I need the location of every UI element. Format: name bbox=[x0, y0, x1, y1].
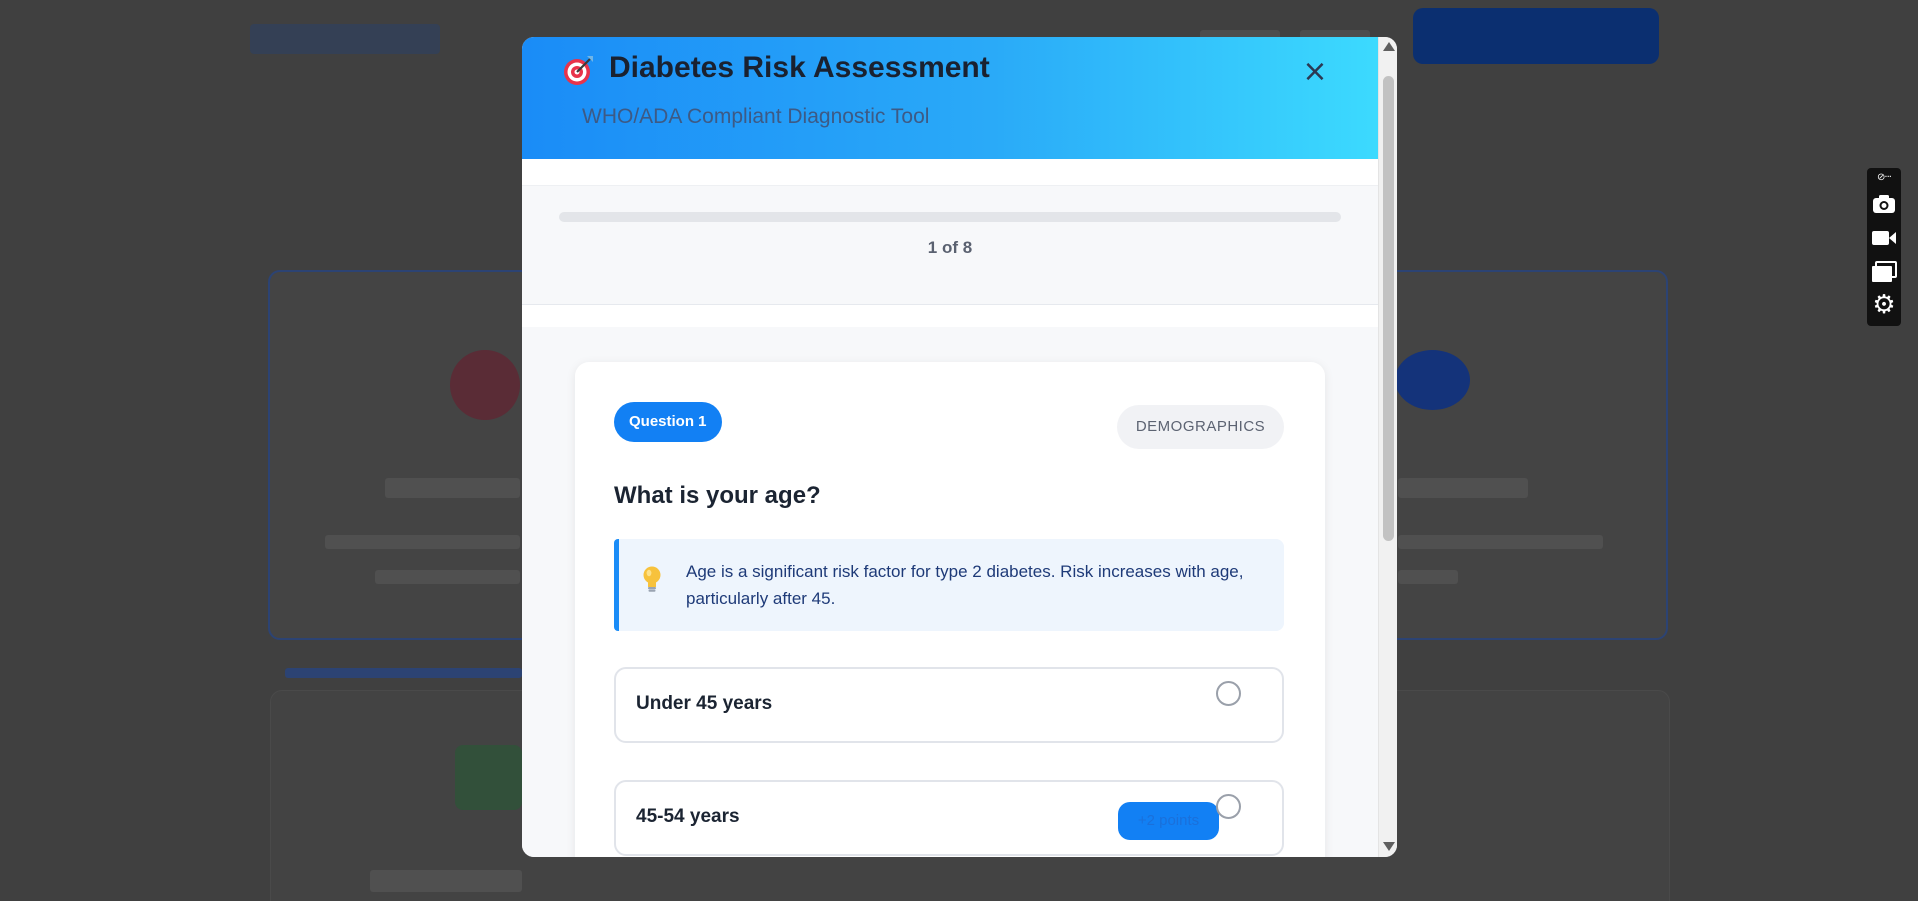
background-text bbox=[1398, 535, 1603, 549]
progress-section: 1 of 8 bbox=[522, 185, 1378, 305]
question-number-badge: Question 1 bbox=[614, 402, 722, 442]
background-heading bbox=[1398, 478, 1528, 498]
background-heading bbox=[370, 870, 522, 892]
info-box: Age is a significant risk factor for typ… bbox=[614, 539, 1284, 631]
question-card: Question 1 DEMOGRAPHICS What is your age… bbox=[575, 362, 1325, 857]
background-logo bbox=[250, 24, 440, 54]
target-icon bbox=[562, 53, 596, 87]
modal-header: Diabetes Risk Assessment WHO/ADA Complia… bbox=[522, 37, 1378, 159]
answer-option[interactable]: 45-54 years +2 points bbox=[614, 780, 1284, 856]
points-badge: +2 points bbox=[1118, 802, 1219, 840]
gear-icon[interactable]: ⚙ bbox=[1867, 290, 1901, 320]
background-bar bbox=[285, 668, 522, 678]
answer-option[interactable]: Under 45 years bbox=[614, 667, 1284, 743]
background-icon bbox=[1395, 350, 1470, 410]
scroll-down-arrow-icon[interactable] bbox=[1383, 842, 1395, 851]
option-label: Under 45 years bbox=[636, 693, 773, 714]
background-text bbox=[325, 535, 520, 549]
scrollbar-thumb[interactable] bbox=[1383, 76, 1394, 541]
progress-bar bbox=[559, 212, 1341, 222]
question-area: Question 1 DEMOGRAPHICS What is your age… bbox=[522, 327, 1378, 857]
modal-subtitle: WHO/ADA Compliant Diagnostic Tool bbox=[582, 105, 930, 128]
lightbulb-icon bbox=[641, 565, 663, 595]
video-icon[interactable] bbox=[1867, 224, 1901, 252]
option-label: 45-54 years bbox=[636, 806, 740, 827]
background-text bbox=[375, 570, 520, 584]
scroll-up-arrow-icon[interactable] bbox=[1383, 42, 1395, 51]
info-text: Age is a significant risk factor for typ… bbox=[686, 562, 1244, 608]
modal-scrollbar[interactable] bbox=[1378, 37, 1397, 857]
window-icon[interactable] bbox=[1867, 258, 1901, 286]
camera-icon[interactable] bbox=[1867, 190, 1901, 218]
option-radio[interactable] bbox=[1216, 794, 1241, 819]
floating-toolbar: ⊘··· ⚙ bbox=[1867, 168, 1901, 326]
category-badge: DEMOGRAPHICS bbox=[1117, 405, 1284, 449]
background-icon bbox=[455, 745, 522, 810]
progress-text: 1 of 8 bbox=[927, 238, 973, 257]
modal-title: Diabetes Risk Assessment bbox=[609, 51, 990, 84]
background-text bbox=[1398, 570, 1458, 584]
background-nav-button bbox=[1413, 8, 1659, 64]
background-icon bbox=[450, 350, 520, 420]
close-button[interactable]: × bbox=[1300, 55, 1330, 89]
more-icon[interactable]: ⊘··· bbox=[1867, 170, 1901, 184]
assessment-modal: Diabetes Risk Assessment WHO/ADA Complia… bbox=[522, 37, 1397, 857]
option-radio[interactable] bbox=[1216, 681, 1241, 706]
background-heading bbox=[385, 478, 520, 498]
question-title: What is your age? bbox=[614, 482, 821, 509]
